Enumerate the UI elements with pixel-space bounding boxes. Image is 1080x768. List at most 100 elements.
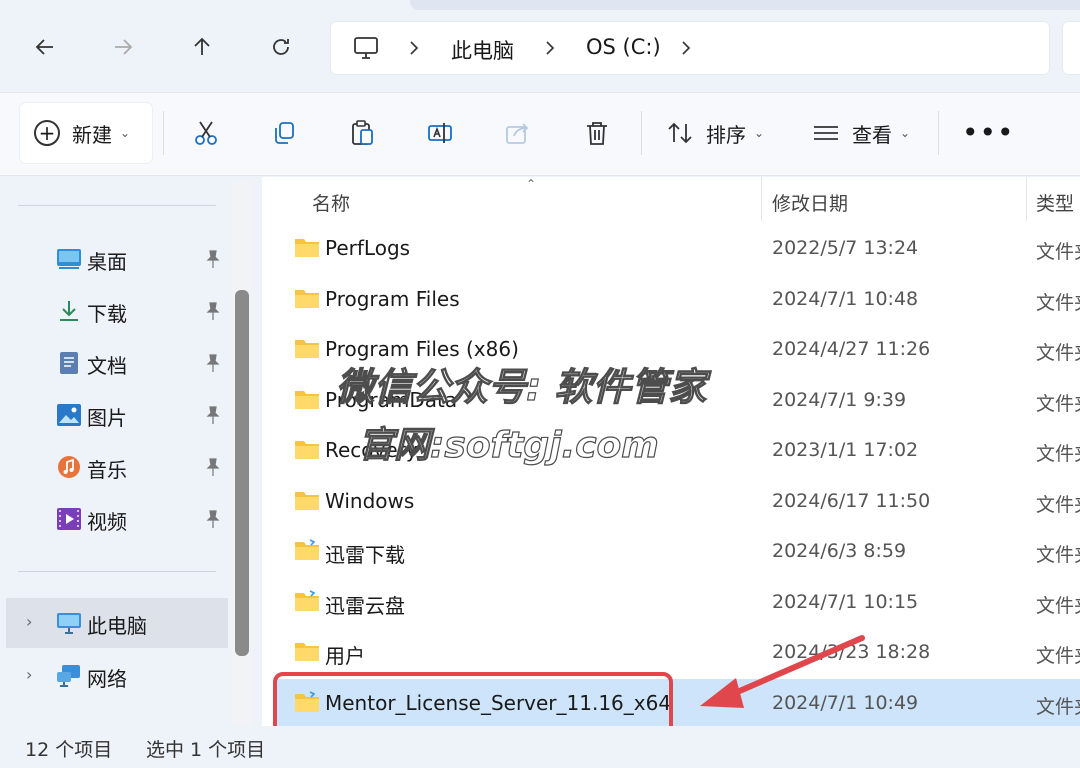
folder-icon (295, 290, 319, 308)
file-row[interactable]: 迅雷下载 2024/6/3 8:59 文件夹 (274, 527, 1080, 577)
nav-item-label: 视频 (87, 510, 127, 534)
arrow-right-icon (115, 39, 133, 55)
arrow-up-icon (194, 37, 210, 55)
more-options-button[interactable]: ••• (962, 113, 1015, 153)
file-name: 迅雷云盘 (325, 594, 405, 618)
file-row[interactable]: Windows 2024/6/17 11:50 文件夹 (274, 477, 1080, 527)
address-bar-area: 此电脑 OS (C:) (0, 0, 1080, 92)
chevron-down-icon: ⌄ (900, 126, 911, 140)
trash-icon (587, 122, 607, 145)
column-header-date[interactable]: 修改日期 (772, 189, 848, 216)
file-type: 文件夹 (1036, 443, 1080, 465)
column-divider[interactable] (761, 177, 762, 221)
chevron-right-icon[interactable]: › (26, 665, 32, 684)
new-button[interactable]: + 新建 ⌄ (20, 103, 152, 163)
nav-item-label: 下载 (87, 302, 127, 326)
file-name: 用户 (325, 644, 365, 668)
nav-item-this-pc[interactable]: › 此电脑 (6, 598, 228, 648)
toolbar-divider (641, 111, 642, 155)
file-row[interactable]: PerfLogs 2022/5/7 13:24 文件夹 (274, 224, 1080, 274)
search-box-edge[interactable] (1062, 21, 1080, 75)
file-date: 2024/4/27 11:26 (772, 338, 931, 360)
navigation-pane: 桌面 下载 文档 图片 音乐 视频 › 此电脑 › 网络 (0, 177, 258, 727)
nav-divider (18, 205, 216, 206)
column-divider[interactable] (1026, 177, 1027, 221)
chevron-right-icon[interactable] (407, 38, 421, 58)
file-name: 迅雷下载 (325, 543, 405, 567)
copy-button[interactable] (264, 113, 304, 153)
back-button[interactable] (26, 28, 64, 66)
nav-item-music[interactable]: 音乐 (0, 442, 228, 492)
file-row[interactable]: 用户 2024/3/23 18:28 文件夹 (274, 628, 1080, 678)
new-label: 新建 (72, 122, 112, 147)
pin-icon[interactable] (204, 301, 222, 321)
annotation-arrow-icon (700, 635, 865, 708)
breadcrumb-item-os-c[interactable]: OS (C:) (586, 35, 661, 59)
nav-item-label: 网络 (87, 667, 127, 691)
up-button[interactable] (183, 28, 221, 66)
nav-item-label: 图片 (87, 406, 127, 430)
toolbar-divider (163, 111, 164, 155)
chevron-right-icon[interactable]: › (26, 612, 32, 631)
breadcrumb[interactable]: 此电脑 OS (C:) (330, 21, 1050, 75)
chevron-down-icon: ⌄ (120, 126, 131, 140)
nav-scrollbar-thumb[interactable] (235, 290, 249, 656)
monitor-icon (354, 37, 378, 59)
folder-icon (295, 340, 319, 358)
column-header-type[interactable]: 类型 (1036, 189, 1074, 216)
folder-icon (295, 239, 319, 257)
file-name: PerfLogs (325, 236, 411, 260)
folder-icon (295, 492, 319, 510)
file-type: 文件夹 (1036, 342, 1080, 364)
pin-icon[interactable] (204, 509, 222, 529)
folder-icon (295, 590, 319, 611)
file-type: 文件夹 (1036, 393, 1080, 415)
view-label: 查看 (852, 122, 892, 147)
rename-button[interactable] (420, 113, 460, 153)
file-date: 2024/6/17 11:50 (772, 490, 931, 512)
refresh-icon (273, 39, 289, 55)
nav-item-documents[interactable]: 文档 (0, 338, 228, 388)
refresh-button[interactable] (262, 28, 300, 66)
network-icon (57, 665, 80, 687)
delete-button[interactable] (577, 113, 617, 153)
folder-icon (295, 539, 319, 560)
share-button[interactable] (498, 113, 538, 153)
nav-item-network[interactable]: › 网络 (0, 651, 228, 701)
nav-item-downloads[interactable]: 下载 (0, 286, 228, 336)
nav-item-pictures[interactable]: 图片 (0, 390, 228, 440)
file-name: Windows (325, 489, 415, 513)
paste-button[interactable] (342, 113, 382, 153)
nav-item-desktop[interactable]: 桌面 (0, 234, 228, 284)
column-header-name[interactable]: 名称 (312, 189, 350, 216)
pictures-icon (57, 404, 81, 426)
view-menu-button[interactable]: 查看 ⌄ (812, 113, 910, 153)
file-type: 文件夹 (1036, 696, 1080, 718)
pin-icon[interactable] (204, 405, 222, 425)
breadcrumb-item-this-pc[interactable]: 此电脑 (451, 35, 514, 65)
sort-label: 排序 (706, 122, 746, 147)
pin-icon[interactable] (204, 353, 222, 373)
chevron-right-icon[interactable] (543, 38, 557, 58)
computer-icon (57, 613, 81, 634)
watermark-line-2: 官网:softgj.com (357, 424, 659, 466)
chevron-right-icon[interactable] (679, 38, 693, 58)
watermark-line-1: 微信公众号: 软件管家 (335, 364, 707, 409)
cut-button[interactable] (186, 113, 226, 153)
sort-menu-button[interactable]: 排序 ⌄ (666, 113, 764, 153)
file-type: 文件夹 (1036, 494, 1080, 516)
forward-button[interactable] (104, 28, 142, 66)
nav-item-videos[interactable]: 视频 (0, 494, 228, 544)
share-icon (506, 123, 529, 144)
file-type: 文件夹 (1036, 241, 1080, 263)
chevron-down-icon: ⌄ (754, 126, 765, 140)
clipboard-icon (352, 120, 373, 145)
file-date: 2024/6/3 8:59 (772, 540, 907, 562)
file-row[interactable]: Program Files 2024/7/1 10:48 文件夹 (274, 275, 1080, 325)
sort-caret-icon: ⌃ (526, 177, 537, 191)
file-row[interactable]: 迅雷云盘 2024/7/1 10:15 文件夹 (274, 578, 1080, 628)
nav-divider (18, 571, 216, 572)
command-bar: + 新建 ⌄ 排序 ⌄ 查看 ⌄ ••• (0, 92, 1080, 176)
pin-icon[interactable] (204, 249, 222, 269)
pin-icon[interactable] (204, 457, 222, 477)
